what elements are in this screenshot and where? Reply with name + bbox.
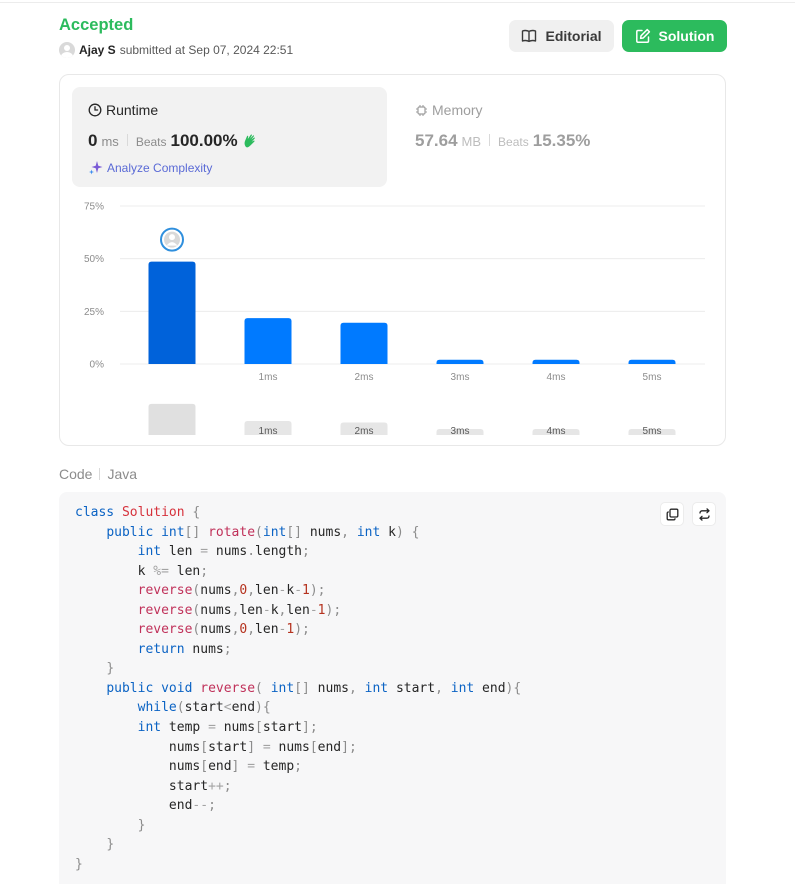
solution-button[interactable]: Solution — [622, 20, 727, 52]
runtime-divider — [126, 134, 128, 146]
sparkle-icon — [89, 161, 103, 175]
swap-arrows-icon — [698, 507, 710, 521]
chart-bar — [244, 318, 292, 364]
memory-unit: MB — [461, 134, 482, 149]
mini-tick-label: 2ms — [355, 426, 374, 437]
copy-button[interactable] — [660, 502, 684, 526]
avatar[interactable] — [59, 42, 75, 58]
submitted-time: submitted at Sep 07, 2024 22:51 — [119, 43, 294, 57]
top-divider — [0, 2, 795, 3]
runtime-distribution-chart: 0% 25% 50% 75% 1ms 1ms 2ms 2ms 3ms 3ms 4ms 4ms 5ms 5m… — [84, 202, 705, 437]
clock-icon — [88, 103, 102, 117]
swap-button[interactable] — [692, 502, 716, 526]
solution-label: Solution — [658, 28, 715, 44]
mini-tick-label: 4ms — [547, 426, 566, 437]
memory-header: Memory — [415, 102, 483, 118]
chart-bar — [532, 359, 580, 364]
editorial-button[interactable]: Editorial — [509, 20, 614, 52]
mini-tick-label: 5ms — [643, 426, 662, 437]
code-header: Code Java — [59, 466, 137, 482]
x-tick-label: 2ms — [355, 372, 374, 383]
submission-status: Accepted — [59, 16, 134, 34]
x-tick-label: 1ms — [259, 372, 278, 383]
x-tick-label: 5ms — [643, 372, 662, 383]
memory-values: 57.64 MB Beats 15.35% — [415, 131, 590, 151]
memory-panel[interactable]: Memory 57.64 MB Beats 15.35% — [403, 87, 703, 187]
memory-value: 57.64 — [415, 131, 458, 150]
code-block[interactable]: class Solution { public int[] rotate(int… — [59, 492, 726, 884]
runtime-value: 0 — [88, 131, 98, 150]
memory-divider — [489, 134, 491, 146]
memory-beats-label: Beats — [498, 135, 529, 149]
runtime-beats-label: Beats — [135, 135, 167, 149]
editorial-label: Editorial — [545, 28, 602, 44]
analyze-label: Analyze Complexity — [107, 160, 213, 175]
chip-icon — [416, 104, 427, 116]
y-tick-label: 50% — [84, 254, 104, 265]
chart-bar — [628, 359, 676, 364]
y-tick-label: 75% — [84, 202, 104, 213]
runtime-beats-value: 100.00% — [170, 131, 238, 150]
submitter-info: Ajay S submitted at Sep 07, 2024 22:51 — [59, 41, 293, 59]
code-toolbar — [652, 502, 716, 526]
mini-tick-label: 1ms — [259, 426, 278, 437]
memory-beats-value: 15.35% — [532, 131, 591, 150]
x-tick-label: 3ms — [451, 372, 470, 383]
code-language: Java — [107, 466, 138, 482]
runtime-unit: ms — [101, 134, 119, 149]
runtime-header: Runtime — [88, 102, 158, 118]
marker-avatar-head — [169, 234, 175, 241]
code-header-divider — [99, 468, 101, 480]
y-tick-label: 0% — [90, 360, 105, 371]
mini-tick-label: 3ms — [451, 426, 470, 437]
x-tick-label: 4ms — [547, 372, 566, 383]
author-name[interactable]: Ajay S — [79, 43, 116, 57]
y-tick-label: 25% — [84, 307, 104, 318]
chart-bar — [436, 359, 484, 364]
chart-bar — [340, 322, 388, 364]
performance-card: Runtime 0 ms Beats 100.00% Analyze Compl… — [59, 74, 726, 446]
copy-icon — [666, 508, 678, 520]
chart-bar — [148, 261, 196, 364]
code-label: Code — [59, 466, 93, 482]
runtime-label: Runtime — [106, 102, 159, 118]
clap-hands-icon — [244, 134, 255, 148]
analyze-complexity-link[interactable]: Analyze Complexity — [88, 160, 212, 175]
runtime-values: 0 ms Beats 100.00% — [88, 131, 258, 151]
code-text: class Solution { public int[] rotate(int… — [75, 505, 522, 872]
memory-label: Memory — [432, 102, 483, 118]
runtime-panel[interactable]: Runtime 0 ms Beats 100.00% Analyze Compl… — [72, 87, 387, 187]
book-icon — [522, 29, 537, 43]
edit-icon — [635, 28, 650, 43]
mini-bar — [148, 403, 196, 435]
